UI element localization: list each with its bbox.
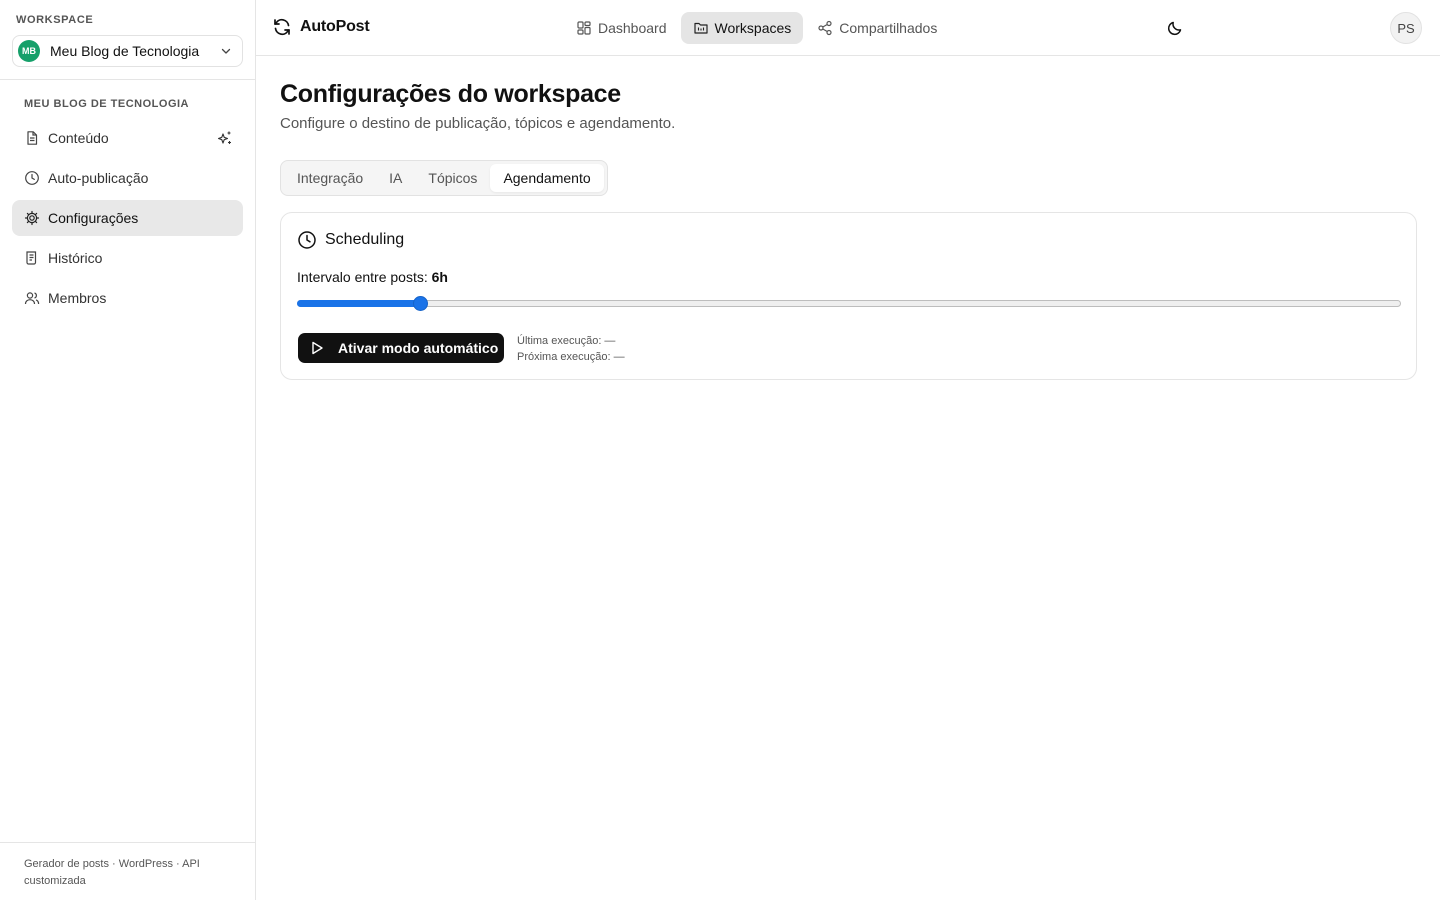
workspace-selector[interactable]: MB Meu Blog de Tecnologia (12, 35, 243, 67)
sidebar-item-configuracoes[interactable]: Configurações (12, 200, 243, 236)
interval-slider[interactable] (297, 295, 1401, 311)
settings-tabs: Integração IA Tópicos Agendamento (280, 160, 608, 196)
interval-value: 6h (431, 269, 448, 285)
activate-auto-mode-label: Ativar modo automático (338, 340, 499, 356)
gear-icon (24, 210, 40, 226)
brand-name: AutoPost (300, 18, 370, 35)
slider-track (297, 300, 1401, 307)
brand[interactable]: AutoPost (272, 17, 370, 37)
history-scroll-icon (24, 250, 40, 266)
sidebar-section-title: MEU BLOG DE TECNOLOGIA (24, 98, 189, 110)
user-avatar[interactable]: PS (1390, 12, 1422, 44)
top-nav-dashboard[interactable]: Dashboard (564, 12, 679, 44)
slider-fill (297, 300, 420, 307)
interval-label: Intervalo entre posts: 6h (297, 269, 448, 285)
play-icon (312, 341, 323, 355)
dashboard-grid-icon (577, 21, 591, 35)
top-nav: Dashboard Workspaces Compartilhados (564, 12, 951, 44)
tab-ia[interactable]: IA (376, 164, 415, 192)
sidebar-item-conteudo[interactable]: Conteúdo (12, 120, 243, 156)
slider-thumb[interactable] (412, 296, 428, 311)
tab-integracao[interactable]: Integração (284, 164, 376, 192)
clock-icon (298, 231, 316, 249)
sidebar-footer-divider (0, 842, 255, 843)
execution-info: Última execução: — Próxima execução: — (517, 333, 625, 365)
sidebar-divider (0, 79, 255, 80)
sidebar-item-label: Histórico (48, 250, 103, 266)
scheduling-card: Scheduling Intervalo entre posts: 6h Ati… (280, 212, 1417, 380)
refresh-logo-icon (274, 18, 290, 36)
sidebar-item-label: Membros (48, 290, 107, 306)
clock-icon (24, 170, 40, 186)
workspace-avatar: MB (18, 40, 40, 62)
sparkles-icon[interactable] (217, 130, 233, 146)
next-run-text: Próxima execução: — (517, 351, 625, 363)
sidebar-item-label: Auto-publicação (48, 170, 149, 186)
sidebar-item-label: Configurações (48, 210, 139, 226)
interval-label-text: Intervalo entre posts: (297, 269, 428, 285)
share-icon (818, 20, 832, 36)
top-nav-workspaces[interactable]: Workspaces (680, 12, 804, 44)
users-icon (24, 290, 40, 306)
tab-agendamento[interactable]: Agendamento (490, 164, 604, 192)
page-subtitle: Configure o destino de publicação, tópic… (280, 115, 676, 132)
sidebar-item-label: Conteúdo (48, 130, 109, 146)
sidebar: WORKSPACE MB Meu Blog de Tecnologia MEU … (0, 0, 256, 900)
top-nav-label: Dashboard (598, 20, 667, 36)
card-title: Scheduling (325, 231, 405, 248)
activate-auto-mode-button[interactable]: Ativar modo automático (298, 333, 504, 363)
page-title: Configurações do workspace (280, 80, 621, 108)
workspace-name: Meu Blog de Tecnologia (50, 43, 200, 59)
topbar: AutoPost Dashboard Workspaces Compartilh… (256, 0, 1440, 56)
sidebar-item-historico[interactable]: Histórico (12, 240, 243, 276)
sidebar-item-membros[interactable]: Membros (12, 280, 243, 316)
workspace-label: WORKSPACE (16, 14, 94, 26)
chevron-down-icon (221, 48, 231, 54)
top-nav-label: Workspaces (714, 20, 792, 36)
top-nav-compartilhados[interactable]: Compartilhados (805, 12, 949, 44)
last-run-text: Última execução: — (517, 335, 616, 347)
moon-icon[interactable] (1165, 18, 1185, 38)
sidebar-footer-text: Gerador de posts · WordPress · API custo… (24, 858, 200, 887)
file-text-icon (24, 130, 40, 146)
top-nav-label: Compartilhados (839, 20, 938, 36)
card-header: Scheduling (297, 230, 404, 250)
sidebar-nav: Conteúdo Auto-publicação Configurações H… (12, 120, 243, 320)
sidebar-item-auto-publicacao[interactable]: Auto-publicação (12, 160, 243, 196)
tab-topicos[interactable]: Tópicos (415, 164, 490, 192)
folder-icon (693, 22, 708, 34)
